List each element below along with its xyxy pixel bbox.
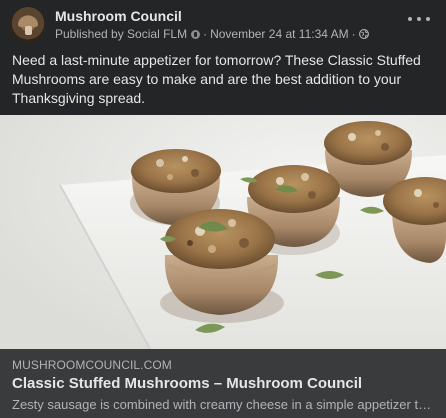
post-header: Mushroom Council Published by Social FLM… (10, 7, 436, 43)
avatar-mushroom-stem (25, 26, 32, 35)
post-meta: Published by Social FLM · November 24 at… (55, 27, 369, 41)
page-avatar[interactable] (10, 7, 46, 43)
stuffed-mushrooms-photo (0, 115, 446, 349)
more-dot (408, 17, 412, 21)
link-preview-box[interactable]: MUSHROOMCOUNCIL.COM Classic Stuffed Mush… (0, 349, 446, 418)
facebook-post: Mushroom Council Published by Social FLM… (0, 0, 446, 418)
info-icon[interactable] (191, 29, 201, 39)
more-options-icon[interactable] (408, 11, 430, 27)
more-dot (417, 17, 421, 21)
meta-separator-2: · (351, 27, 356, 41)
post-timestamp[interactable]: November 24 at 11:34 AM (210, 27, 349, 41)
more-dot (426, 17, 430, 21)
link-description: Zesty sausage is combined with creamy ch… (12, 397, 436, 412)
post-caption: Need a last-minute appetizer for tomorro… (12, 52, 421, 106)
mushroom-front (160, 209, 284, 323)
link-domain: MUSHROOMCOUNCIL.COM (12, 358, 172, 372)
page-name-link[interactable]: Mushroom Council (55, 8, 182, 24)
meta-separator: · (203, 27, 208, 41)
link-preview-image[interactable] (0, 115, 446, 349)
published-by-text[interactable]: Published by Social FLM (55, 27, 187, 41)
globe-icon[interactable] (358, 29, 369, 39)
link-title[interactable]: Classic Stuffed Mushrooms – Mushroom Cou… (12, 375, 362, 392)
